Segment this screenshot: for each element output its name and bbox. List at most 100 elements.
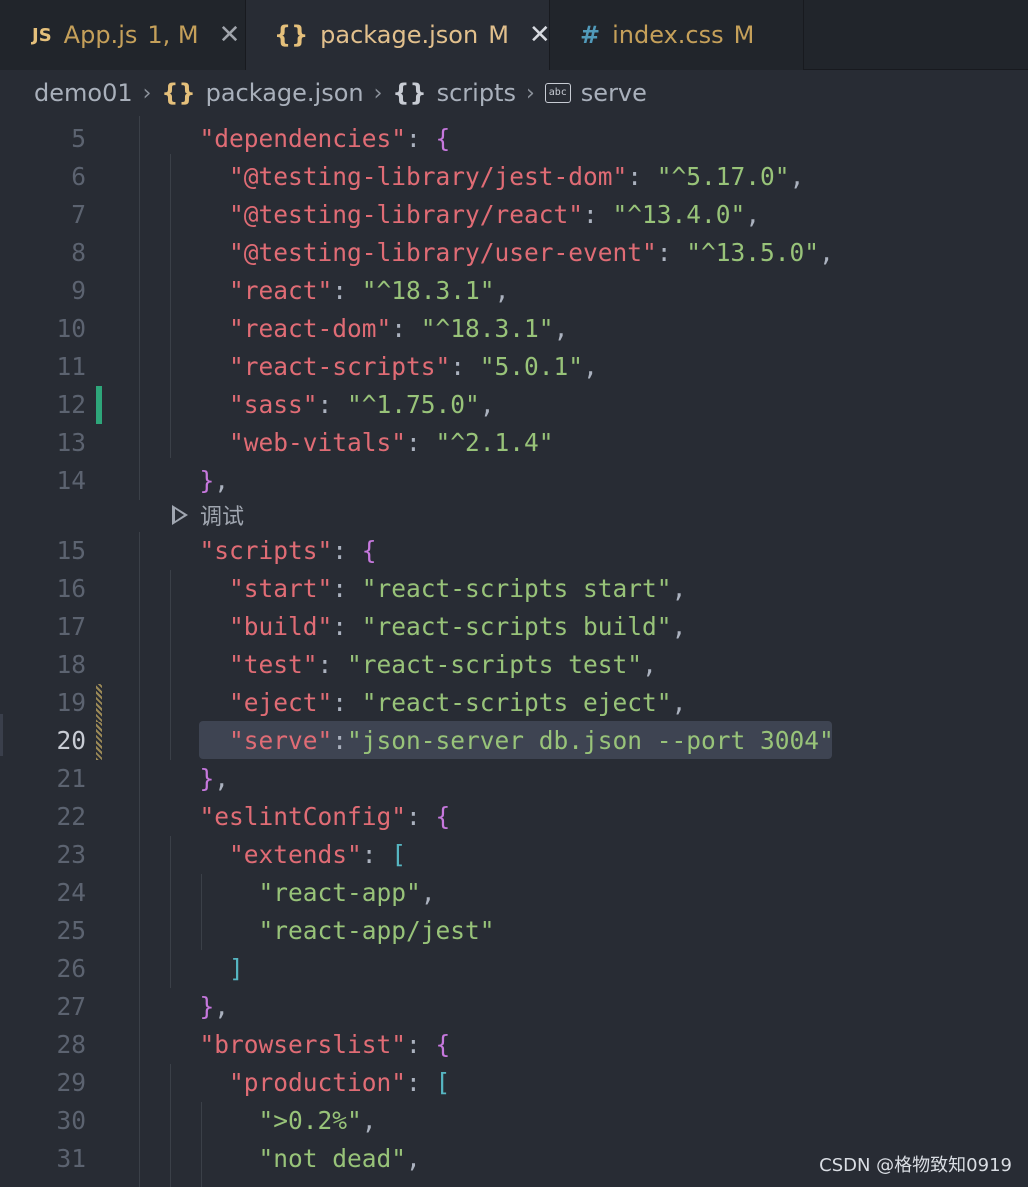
code-line[interactable]: 21 }, xyxy=(0,760,1028,798)
code-token: : xyxy=(332,726,348,755)
code-token: [ xyxy=(435,1068,451,1097)
code-text: "react-dom": "^18.3.1", xyxy=(170,310,568,348)
code-token: , xyxy=(671,574,687,603)
code-token: "^1.75.0" xyxy=(347,390,480,419)
code-line[interactable]: 15 "scripts": { xyxy=(0,532,1028,570)
code-line[interactable]: 13 "web-vitals": "^2.1.4" xyxy=(0,424,1028,462)
code-text: "react-app/jest" xyxy=(170,912,495,950)
code-line[interactable]: 20 "serve":"json-server db.json --port 3… xyxy=(0,722,1028,760)
code-token: "serve" xyxy=(229,726,333,755)
code-editor[interactable]: 调试 5 "dependencies": {6 "@testing-librar… xyxy=(0,116,1028,1187)
breadcrumb-key[interactable]: serve xyxy=(581,79,647,107)
code-token: { xyxy=(435,124,451,153)
tab-label: App.js xyxy=(63,21,138,49)
code-token: "react-app/jest" xyxy=(258,916,495,945)
line-number: 28 xyxy=(56,1030,86,1059)
code-line[interactable]: 17 "build": "react-scripts build", xyxy=(0,608,1028,646)
line-number: 11 xyxy=(56,352,86,381)
code-line[interactable]: 12 "sass": "^1.75.0", xyxy=(0,386,1028,424)
code-line[interactable]: 8 "@testing-library/user-event": "^13.5.… xyxy=(0,234,1028,272)
code-token: , xyxy=(361,1106,377,1135)
code-token: , xyxy=(214,466,230,495)
code-line[interactable]: 27 }, xyxy=(0,988,1028,1026)
code-line[interactable]: 16 "start": "react-scripts start", xyxy=(0,570,1028,608)
line-number: 24 xyxy=(56,878,86,907)
code-line[interactable]: 11 "react-scripts": "5.0.1", xyxy=(0,348,1028,386)
code-line[interactable]: 14 }, xyxy=(0,462,1028,500)
tab-app-js[interactable]: JS App.js 1, M ✕ xyxy=(0,0,246,70)
code-token: : xyxy=(583,200,613,229)
code-token: "react" xyxy=(229,276,333,305)
code-line[interactable]: 10 "react-dom": "^18.3.1", xyxy=(0,310,1028,348)
code-line[interactable]: 30 ">0.2%", xyxy=(0,1102,1028,1140)
code-token: : xyxy=(406,124,436,153)
code-line[interactable]: 22 "eslintConfig": { xyxy=(0,798,1028,836)
line-number: 26 xyxy=(56,954,86,983)
code-text: "not dead", xyxy=(170,1140,421,1178)
gutter-added-marker[interactable] xyxy=(96,386,102,424)
code-token: "^5.17.0" xyxy=(656,162,790,191)
tab-label: package.json xyxy=(320,21,479,49)
code-line[interactable]: 7 "@testing-library/react": "^13.4.0", xyxy=(0,196,1028,234)
chevron-right-icon: › xyxy=(142,80,152,106)
code-token: "react-scripts eject" xyxy=(361,688,672,717)
code-token: , xyxy=(583,352,598,381)
code-line[interactable]: 19 "eject": "react-scripts eject", xyxy=(0,684,1028,722)
close-icon[interactable]: ✕ xyxy=(219,20,241,50)
line-number: 30 xyxy=(56,1106,86,1135)
line-number: 25 xyxy=(56,916,86,945)
breadcrumb-folder[interactable]: demo01 xyxy=(34,79,133,107)
code-token: "react-app" xyxy=(258,878,421,907)
code-token: : xyxy=(332,688,362,717)
codelens-label: 调试 xyxy=(200,505,245,530)
code-text: ] xyxy=(170,950,244,988)
code-line[interactable]: 25 "react-app/jest" xyxy=(0,912,1028,950)
tab-package-json[interactable]: {} package.json M ✕ xyxy=(246,0,551,70)
line-number: 12 xyxy=(56,390,86,419)
line-number: 15 xyxy=(56,536,86,565)
close-icon[interactable]: ✕ xyxy=(529,20,551,50)
code-token: "@testing-library/jest-dom" xyxy=(229,162,628,191)
code-line[interactable]: 26 ] xyxy=(0,950,1028,988)
gutter-modified-marker[interactable] xyxy=(96,684,102,722)
code-line[interactable]: 29 "production": [ xyxy=(0,1064,1028,1102)
code-line[interactable]: 24 "react-app", xyxy=(0,874,1028,912)
breadcrumb-section[interactable]: scripts xyxy=(437,79,516,107)
code-line[interactable]: 9 "react": "^18.3.1", xyxy=(0,272,1028,310)
code-token: "^13.4.0" xyxy=(612,200,746,229)
debug-codelens[interactable]: 调试 xyxy=(172,498,244,532)
code-line[interactable]: 5 "dependencies": { xyxy=(0,120,1028,158)
code-token: "^18.3.1" xyxy=(420,314,554,343)
line-number: 20 xyxy=(56,726,86,755)
breadcrumb-file[interactable]: package.json xyxy=(206,79,364,107)
code-token: : xyxy=(332,574,362,603)
tab-index-css[interactable]: # index.css M xyxy=(550,0,804,70)
code-text: }, xyxy=(170,462,230,500)
code-line[interactable]: 6 "@testing-library/jest-dom": "^5.17.0"… xyxy=(0,158,1028,196)
code-line[interactable]: 23 "extends": [ xyxy=(0,836,1028,874)
line-number: 17 xyxy=(56,612,86,641)
code-line[interactable]: 18 "test": "react-scripts test", xyxy=(0,646,1028,684)
code-token: , xyxy=(420,878,436,907)
code-text: "test": "react-scripts test", xyxy=(170,646,657,684)
code-line[interactable]: 28 "browserslist": { xyxy=(0,1026,1028,1064)
code-token: : xyxy=(361,840,392,869)
tab-badge: M xyxy=(488,21,509,49)
code-token: : xyxy=(627,162,657,191)
code-token: [ xyxy=(391,840,407,869)
gutter-modified-marker[interactable] xyxy=(96,722,102,760)
code-token: , xyxy=(553,314,569,343)
line-number: 18 xyxy=(56,650,86,679)
code-text: "eslintConfig": { xyxy=(170,798,451,836)
code-token: , xyxy=(789,162,805,191)
tab-badge: M xyxy=(733,21,755,49)
object-icon: {} xyxy=(392,79,427,107)
